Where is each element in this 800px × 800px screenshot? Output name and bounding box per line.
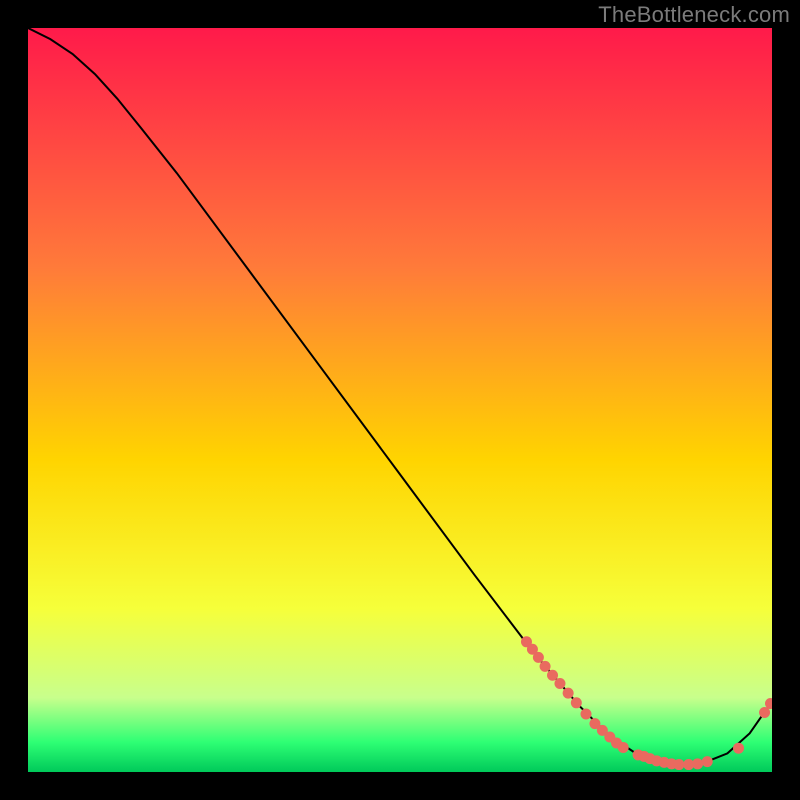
data-dot (702, 756, 713, 767)
data-dot (674, 759, 685, 770)
plot-area (28, 28, 772, 772)
data-dot (618, 742, 629, 753)
gradient-background (28, 28, 772, 772)
data-dot (547, 670, 558, 681)
data-dot (533, 652, 544, 663)
data-dot (733, 743, 744, 754)
data-dot (540, 661, 551, 672)
watermark-label: TheBottleneck.com (598, 2, 790, 28)
data-dot (571, 697, 582, 708)
chart-svg (28, 28, 772, 772)
data-dot (563, 688, 574, 699)
chart-stage: TheBottleneck.com (0, 0, 800, 800)
data-dot (692, 758, 703, 769)
data-dot (554, 678, 565, 689)
data-dot (581, 708, 592, 719)
